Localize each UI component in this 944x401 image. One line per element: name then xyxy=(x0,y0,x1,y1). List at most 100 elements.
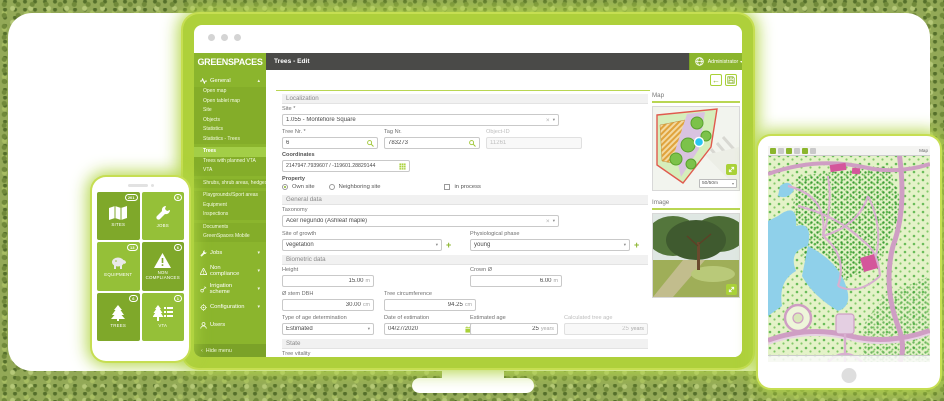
height-input[interactable]: 15.00 m xyxy=(282,275,374,287)
phone-home-grid: 201 SITES 6 JOBS 13 EQUIPMENT 6 NON COMP… xyxy=(97,192,184,341)
height-unit: m xyxy=(366,278,371,284)
date-estimation-input[interactable]: 04/27/2020 xyxy=(384,323,476,335)
map-picker-icon[interactable] xyxy=(399,163,406,170)
phone-tile-equipment[interactable]: 13 EQUIPMENT xyxy=(97,242,140,290)
height-field: Height 15.00 m xyxy=(282,267,374,287)
tag-nr-value: 783273 xyxy=(388,140,469,146)
zoom-in-icon[interactable] xyxy=(786,148,792,154)
taxonomy-select[interactable]: Acer negundo (Ashleaf maple) × ▾ xyxy=(282,215,559,227)
expand-map-button[interactable] xyxy=(726,164,737,175)
phys-phase-field: Physiological phase young ▾ + xyxy=(470,231,630,251)
sidebar-item-trees-planned-vta[interactable]: Trees with planned VTA xyxy=(194,157,266,167)
estimated-age-input[interactable]: 25 years xyxy=(470,323,558,335)
site-select[interactable]: 1.055 - Montefiore Square × ▾ xyxy=(282,114,559,126)
estimated-age-unit: years xyxy=(541,326,554,332)
sidebar-item-site[interactable]: Site xyxy=(194,106,266,116)
sidebar-item-greenspaces-mobile[interactable]: GreenSpaces Mobile xyxy=(194,232,266,242)
app-header: GREENSPACES Trees - Edit Administrator ▾ xyxy=(194,53,742,70)
add-phys-phase-button[interactable]: + xyxy=(634,240,639,250)
map-panel-label: Map xyxy=(652,92,740,99)
age-type-select[interactable]: Estimated ▾ xyxy=(282,323,374,335)
sidebar-item-vta[interactable]: VTA xyxy=(194,166,266,176)
in-process-label: in process xyxy=(454,184,480,190)
object-id-field: Object-ID 11261 xyxy=(486,129,582,149)
sidebar-item-equipment[interactable]: Equipment xyxy=(194,201,266,211)
phys-phase-select[interactable]: young ▾ xyxy=(470,239,630,251)
estimated-age-value: 25 xyxy=(474,326,539,332)
tree-nr-input[interactable]: 6 xyxy=(282,137,378,149)
divider xyxy=(652,101,740,103)
phone-tile-jobs[interactable]: 6 JOBS xyxy=(142,192,185,240)
pan-icon[interactable] xyxy=(778,148,784,154)
home-button[interactable] xyxy=(842,368,857,383)
chevron-down-icon: ▾ xyxy=(257,286,260,292)
sidebar-section-jobs[interactable]: Jobs ▾ xyxy=(194,247,266,260)
user-menu-button[interactable]: Administrator ▾ xyxy=(708,53,742,70)
chevron-down-icon: ▾ xyxy=(257,250,260,256)
measure-icon[interactable] xyxy=(810,148,816,154)
dbh-input[interactable]: 30.00 cm xyxy=(282,299,374,311)
phone-tile-vta[interactable]: 1 VTA xyxy=(142,293,185,341)
tree-photo-thumbnail[interactable] xyxy=(652,213,740,298)
sidebar-item-open-map[interactable]: Open map xyxy=(194,87,266,97)
back-button[interactable]: ← xyxy=(710,74,722,86)
chevron-down-icon: ▾ xyxy=(624,242,626,248)
circumference-input[interactable]: 94.25 cm xyxy=(384,299,476,311)
save-button[interactable] xyxy=(725,74,737,86)
page-title: Trees - Edit xyxy=(266,53,689,70)
sidebar-item-playgrounds[interactable]: Playgrounds/Sport areas xyxy=(194,191,266,201)
tree-icon xyxy=(111,305,125,321)
sidebar-item-objects[interactable]: Objects xyxy=(194,116,266,126)
sidebar-item-statistics-trees[interactable]: Statistics - Trees xyxy=(194,135,266,145)
sidebar-item-shrubs[interactable]: Shrubs, shrub areas, hedges xyxy=(194,179,266,189)
map-thumbnail[interactable]: 50/50m ▾ xyxy=(652,106,740,191)
search-icon[interactable] xyxy=(469,140,476,147)
tile-label: JOBS xyxy=(157,223,169,228)
site-of-growth-label: Site of growth xyxy=(282,231,442,237)
map-icon xyxy=(109,206,127,220)
sidebar-item-inspections[interactable]: Inspections xyxy=(194,210,266,220)
sidebar-item-open-tablet-map[interactable]: Open tablet map xyxy=(194,97,266,107)
coordinates-value: 2147947.7939607 / -119601.28829144 xyxy=(286,163,399,169)
phone-tile-sites[interactable]: 201 SITES xyxy=(97,192,140,240)
expand-image-button[interactable] xyxy=(726,284,737,295)
park-map[interactable] xyxy=(768,146,930,362)
calculated-age-label: Calculated tree age xyxy=(564,315,648,321)
clear-icon[interactable]: × xyxy=(546,218,550,225)
locate-icon[interactable] xyxy=(802,148,808,154)
sidebar-section-configuration[interactable]: Configuration ▾ xyxy=(194,301,266,314)
sidebar-item-trees[interactable]: Trees xyxy=(194,147,266,157)
phone-tile-non-compliances[interactable]: 6 NON COMPLIANCES xyxy=(142,242,185,290)
wrench-icon xyxy=(155,205,171,221)
window-controls[interactable] xyxy=(208,34,241,41)
site-of-growth-select[interactable]: vegetation ▾ xyxy=(282,239,442,251)
sidebar-item-documents[interactable]: Documents xyxy=(194,223,266,233)
crown-input[interactable]: 6.00 m xyxy=(470,275,562,287)
sidebar-section-non-compliance[interactable]: Non compliance ▾ xyxy=(194,265,266,278)
dbh-value: 30.00 xyxy=(286,302,361,308)
sidebar-item-statistics[interactable]: Statistics xyxy=(194,125,266,135)
zoom-out-icon[interactable] xyxy=(794,148,800,154)
hide-menu-button[interactable]: ‹ Hide menu xyxy=(194,344,266,357)
coordinates-input[interactable]: 2147947.7939607 / -119601.28829144 xyxy=(282,160,410,172)
layers-icon[interactable] xyxy=(770,148,776,154)
clear-icon[interactable]: × xyxy=(546,117,550,124)
phone-tile-trees[interactable]: 6 TREES xyxy=(97,293,140,341)
language-button[interactable] xyxy=(689,53,708,70)
search-icon[interactable] xyxy=(367,140,374,147)
image-panel-label: Image xyxy=(652,199,740,206)
in-process-checkbox[interactable] xyxy=(444,184,450,190)
own-site-radio[interactable] xyxy=(282,184,288,190)
tile-label: TREES xyxy=(110,323,126,328)
sidebar-section-irrigation-scheme[interactable]: Irrigation scheme ▾ xyxy=(194,283,266,296)
add-site-of-growth-button[interactable]: + xyxy=(446,240,451,250)
chevron-down-icon: ▾ xyxy=(368,326,370,332)
site-of-growth-value: vegetation xyxy=(286,242,436,248)
sidebar-section-general[interactable]: General ▴ xyxy=(194,74,266,87)
map-scale-select[interactable]: 50/50m ▾ xyxy=(699,179,737,188)
expand-icon xyxy=(728,166,735,173)
section-label: General xyxy=(210,78,231,84)
sidebar-section-users[interactable]: Users xyxy=(194,319,266,332)
tag-nr-input[interactable]: 783273 xyxy=(384,137,480,149)
neighboring-site-radio[interactable] xyxy=(329,184,335,190)
